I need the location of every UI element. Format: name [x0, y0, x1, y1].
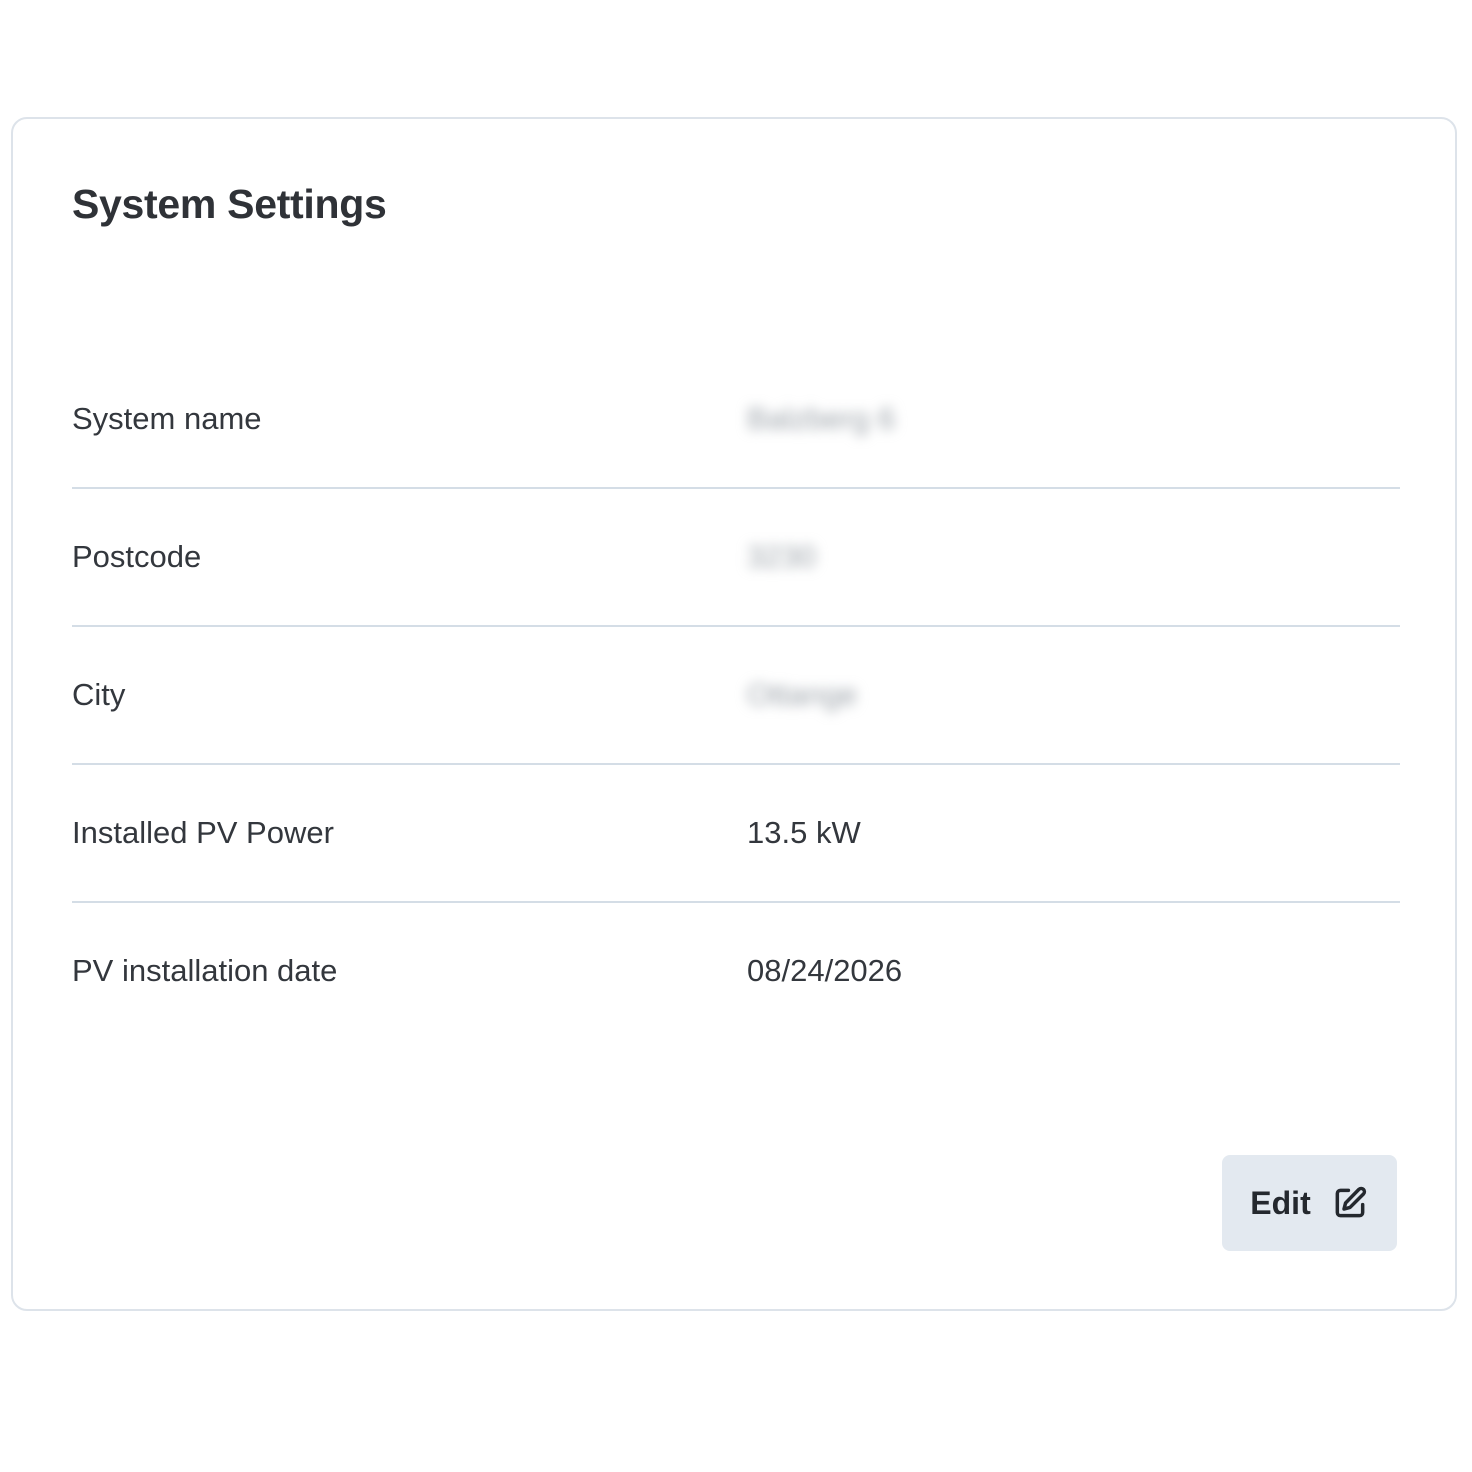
edit-button-label: Edit: [1250, 1184, 1311, 1221]
system-settings-card: System Settings System name Balzberg 6 P…: [11, 117, 1457, 1311]
setting-label: System name: [72, 401, 262, 436]
setting-row-pv-installation-date: PV installation date 08/24/2026: [72, 903, 1400, 1039]
edit-button[interactable]: Edit: [1222, 1155, 1397, 1251]
setting-row-system-name: System name Balzberg 6: [72, 351, 1400, 489]
setting-value-redacted: Balzberg 6: [747, 401, 896, 436]
card-title: System Settings: [72, 181, 387, 227]
setting-row-installed-pv-power: Installed PV Power 13.5 kW: [72, 765, 1400, 903]
setting-value: 08/24/2026: [747, 953, 903, 988]
setting-label: Installed PV Power: [72, 815, 334, 850]
setting-value: 13.5 kW: [747, 815, 861, 850]
setting-label: City: [72, 677, 126, 712]
settings-list: System name Balzberg 6 Postcode 3230 Cit…: [72, 351, 1400, 1039]
setting-label: PV installation date: [72, 953, 338, 988]
setting-label: Postcode: [72, 539, 202, 574]
setting-value-redacted: Ottange: [747, 677, 858, 712]
setting-value-redacted: 3230: [747, 539, 816, 574]
edit-icon: [1331, 1184, 1369, 1222]
setting-row-city: City Ottange: [72, 627, 1400, 765]
setting-row-postcode: Postcode 3230: [72, 489, 1400, 627]
